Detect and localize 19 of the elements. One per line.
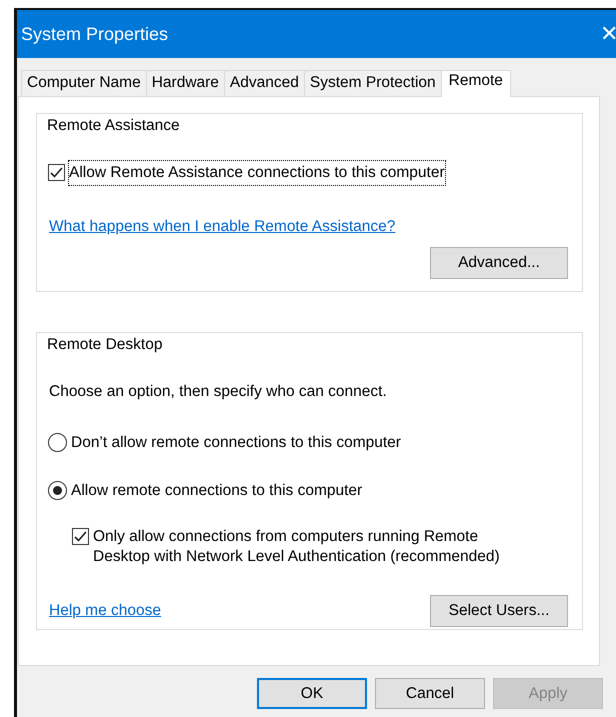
dialog-button[interactable]: OK (257, 678, 367, 709)
tab[interactable]: Computer Name (21, 70, 147, 96)
radio-label: Don’t allow remote connections to this computer (71, 432, 401, 452)
dialog-button[interactable]: Cancel (375, 678, 485, 709)
radio-button[interactable] (48, 480, 67, 500)
instruction-text: Choose an option, then specify who can connect. (49, 382, 388, 402)
help-link[interactable]: What happens when I enable Remote Assistance? (49, 218, 396, 234)
window-title: System Properties (21, 22, 168, 46)
tab[interactable]: Remote (440, 70, 511, 97)
radio-label: Allow remote connections to this computer (71, 480, 362, 501)
help-link[interactable]: Help me choose (49, 599, 162, 623)
checkbox-label: Only allow connections from computers running Remote Desktop with Network Level Authentication (recommended) (93, 527, 501, 567)
close-button[interactable]: ✕ (594, 23, 616, 45)
checkbox-label: Allow Remote Assistance connections to this computer (69, 161, 445, 184)
checkbox[interactable] (72, 528, 89, 545)
radio-button[interactable] (48, 432, 67, 452)
advanced-button[interactable]: Advanced... (430, 246, 568, 279)
checkbox[interactable] (48, 164, 65, 182)
select-users-button[interactable]: Select Users... (430, 595, 568, 627)
